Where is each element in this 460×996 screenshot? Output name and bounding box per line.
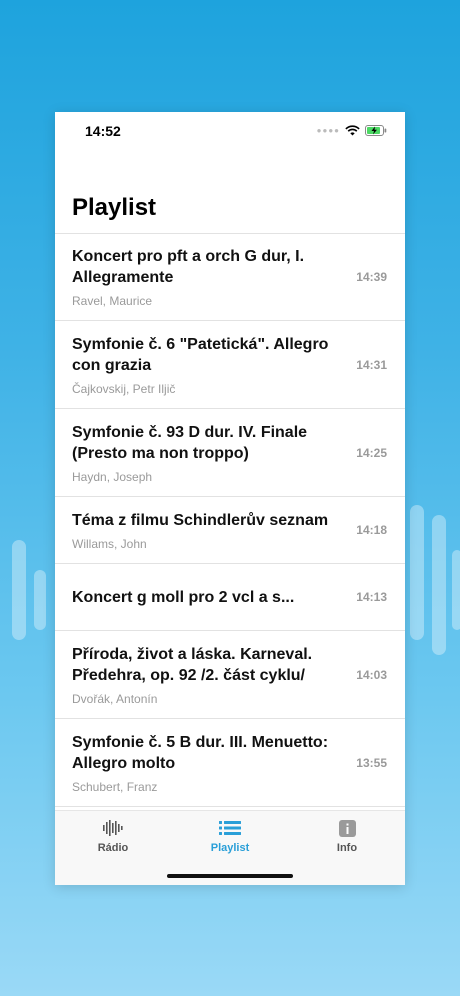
status-icons: ●●●● bbox=[317, 125, 387, 136]
track-title: Příroda, život a láska. Karneval. Předeh… bbox=[72, 645, 313, 684]
track-title: Symfonie č. 5 B dur. III. Menuetto: Alle… bbox=[72, 733, 329, 772]
tab-playlist[interactable]: Playlist bbox=[180, 819, 280, 854]
list-item[interactable]: Symfonie č. 93 D dur. IV. Finale (Presto… bbox=[55, 409, 405, 497]
playlist-list: Koncert pro pft a orch G dur, I. Allegra… bbox=[55, 233, 405, 807]
track-time: 14:31 bbox=[356, 357, 387, 372]
tab-label: Playlist bbox=[210, 842, 250, 854]
tab-radio[interactable]: Rádio bbox=[63, 819, 163, 854]
page-title: Playlist bbox=[72, 194, 157, 221]
list-item[interactable]: Symfonie č. 6 "Patetická". Allegro con g… bbox=[55, 321, 405, 409]
battery-charging-icon bbox=[365, 125, 387, 136]
status-time: 14:52 bbox=[85, 123, 121, 139]
tab-label: Rádio bbox=[97, 842, 129, 854]
track-time: 14:18 bbox=[356, 523, 387, 537]
status-bar: 14:52 ●●●● bbox=[55, 112, 405, 152]
app-screen: 14:52 ●●●● Playlist Koncert pro pft a or… bbox=[55, 112, 405, 885]
tab-info[interactable]: Info bbox=[297, 819, 397, 854]
track-title: Symfonie č. 93 D dur. IV. Finale (Presto… bbox=[72, 423, 308, 462]
track-artist: Ravel, Maurice bbox=[72, 294, 153, 308]
signal-dots-icon: ●●●● bbox=[316, 126, 340, 135]
track-title: Téma z filmu Schindlerův seznam bbox=[72, 511, 329, 529]
track-title: Symfonie č. 6 "Patetická". Allegro con g… bbox=[72, 335, 329, 374]
track-artist: Haydn, Joseph bbox=[72, 469, 153, 484]
wifi-icon bbox=[345, 125, 360, 136]
track-title: Koncert pro pft a orch G dur, I. Allegra… bbox=[72, 248, 305, 286]
track-artist: Dvořák, Antonín bbox=[72, 691, 158, 706]
list-item[interactable]: Téma z filmu Schindlerův seznam Willams,… bbox=[55, 497, 405, 564]
track-time: 14:39 bbox=[356, 270, 387, 284]
list-item[interactable]: Koncert pro pft a orch G dur, I. Allegra… bbox=[55, 234, 405, 321]
list-item[interactable]: Symfonie č. 5 B dur. III. Menuetto: Alle… bbox=[55, 719, 405, 807]
list-item[interactable]: Koncert g moll pro 2 vcl a s... 14:13 bbox=[55, 564, 405, 631]
track-artist: Willams, John bbox=[72, 536, 147, 551]
list-icon bbox=[180, 819, 280, 837]
tab-label: Info bbox=[336, 842, 358, 854]
track-time: 14:25 bbox=[356, 445, 387, 460]
home-indicator bbox=[167, 874, 293, 878]
track-artist: Schubert, Franz bbox=[72, 779, 158, 794]
track-time: 13:55 bbox=[356, 755, 387, 770]
track-artist: Čajkovskij, Petr Iljič bbox=[72, 381, 176, 396]
waveform-icon bbox=[63, 819, 163, 837]
track-time: 14:03 bbox=[356, 667, 387, 682]
track-title: Koncert g moll pro 2 vcl a s... bbox=[72, 588, 295, 606]
track-time: 14:13 bbox=[356, 590, 387, 604]
info-icon bbox=[297, 819, 397, 837]
list-item[interactable]: Příroda, život a láska. Karneval. Předeh… bbox=[55, 631, 405, 719]
